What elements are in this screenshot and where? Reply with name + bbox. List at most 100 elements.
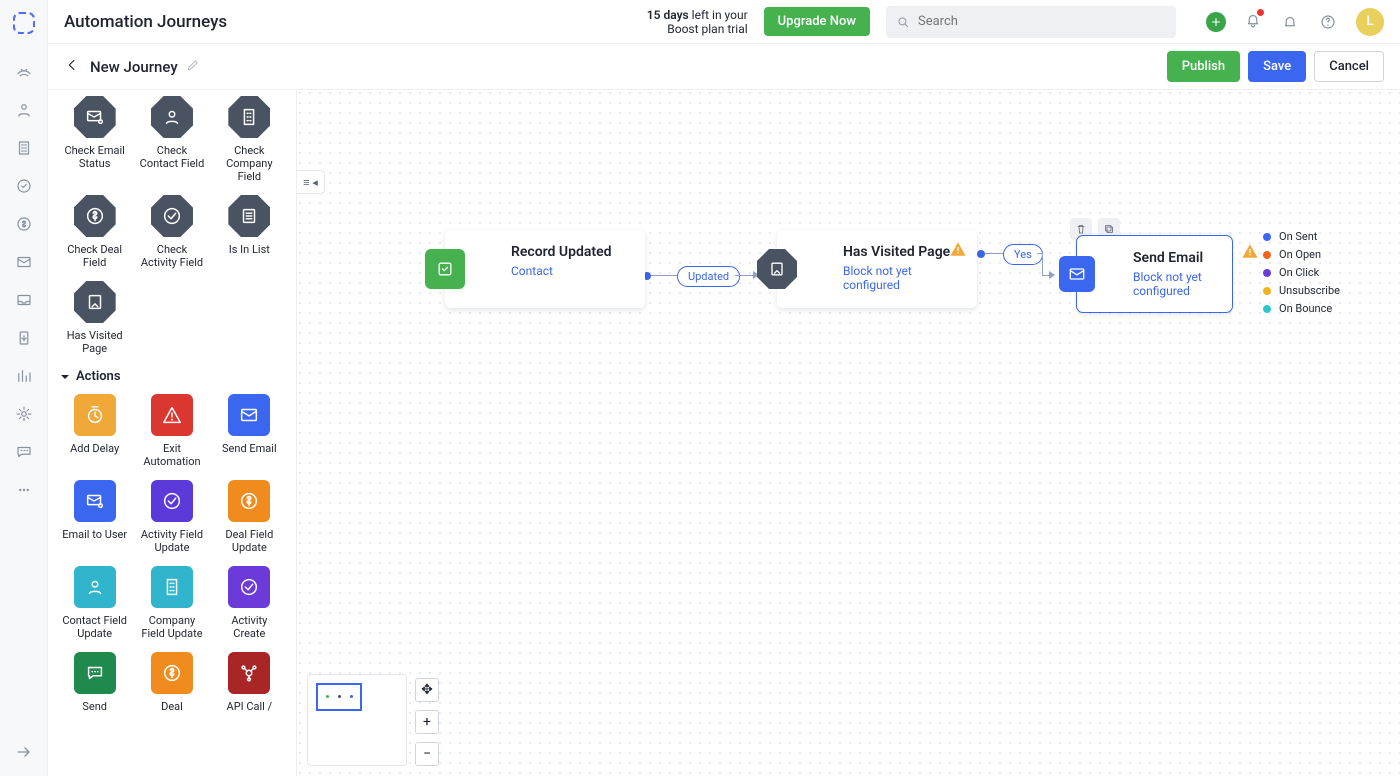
back-button[interactable] [64,57,80,77]
canvas-controls: ✥ + − [415,678,439,766]
nav-reports-icon[interactable] [14,366,34,386]
block-send-email[interactable]: Send Email Block not yet configured [1077,236,1232,312]
nav-inbox-icon[interactable] [14,290,34,310]
top-bar: Automation Journeys 15 days left in your… [48,0,1400,44]
outcome-port[interactable]: On Sent [1263,230,1340,243]
nav-more-icon[interactable] [14,480,34,500]
journey-title: New Journey [90,58,178,76]
palette-item[interactable]: Activity Field Update [135,480,208,554]
nav-expand-icon[interactable] [14,742,34,762]
dollar-icon [228,480,270,522]
palette-item[interactable]: Contact Field Update [58,566,131,640]
palette-item[interactable]: Check Activity Field [135,195,208,269]
search-icon [896,15,910,29]
block-subtitle: Block not yet configured [1133,270,1216,298]
connector-line [1042,253,1043,275]
help-button[interactable] [1318,12,1338,32]
announcements-button[interactable] [1280,12,1300,32]
outcome-port[interactable]: On Bounce [1263,302,1340,315]
actions-group-title[interactable]: Actions [60,369,284,384]
person-card-icon [151,96,193,138]
minimap[interactable] [307,674,407,766]
palette-item[interactable]: Check Contact Field [135,96,208,183]
check-circle-icon [151,480,193,522]
palette-item[interactable]: Has Visited Page [58,281,131,355]
palette-item-label: Check Company Field [215,144,283,183]
warn-triangle-icon [151,394,193,436]
edge-label-updated[interactable]: Updated [677,266,740,287]
palette-item[interactable]: Is In List [213,195,286,269]
nav-deals-icon[interactable] [14,214,34,234]
nav-mail-icon[interactable] [14,252,34,272]
block-badge-check-icon [425,249,465,289]
search-input[interactable] [918,14,1166,29]
palette-item[interactable]: Send [58,652,131,713]
outcome-label: On Sent [1279,230,1317,243]
block-badge-page-icon [757,249,797,289]
palette-item[interactable]: Check Email Status [58,96,131,183]
search-input-wrap[interactable] [886,6,1176,38]
warning-icon [1241,242,1259,264]
nav-contacts-icon[interactable] [14,100,34,120]
notification-dot [1257,9,1264,16]
api-icon [228,652,270,694]
minimap-dot [350,695,353,698]
check-circle-icon [228,566,270,608]
palette-item-label: Deal Field Update [215,528,283,554]
cancel-button[interactable]: Cancel [1314,51,1384,82]
connector-dot[interactable] [977,250,985,258]
nav-import-icon[interactable] [14,328,34,348]
block-has-visited-page[interactable]: Has Visited Page Block not yet configure… [777,230,977,308]
edit-title-button[interactable] [186,57,200,76]
nav-chat-icon[interactable] [14,442,34,462]
minimap-dot [326,695,329,698]
warning-icon [949,240,967,262]
palette-item[interactable]: Deal Field Update [213,480,286,554]
user-avatar[interactable]: L [1356,8,1384,36]
palette-item-label: Check Email Status [61,144,129,170]
palette-item[interactable]: Add Delay [58,394,131,468]
collapse-palette-button[interactable]: ≡ ◂ [297,170,325,194]
outcome-port[interactable]: Unsubscribe [1263,284,1340,297]
block-record-updated[interactable]: Record Updated Contact [445,230,645,308]
outcome-dot-icon [1263,305,1271,313]
mail-user-icon [74,480,116,522]
palette-item[interactable]: Send Email [213,394,286,468]
zoom-out-button[interactable]: − [415,742,439,766]
nav-tasks-icon[interactable] [14,176,34,196]
building-icon [228,96,270,138]
outcome-port[interactable]: On Click [1263,266,1340,279]
pan-button[interactable]: ✥ [415,678,439,702]
block-subtitle: Contact [511,264,629,278]
palette-item[interactable]: Exit Automation [135,394,208,468]
connector-line [735,275,753,276]
nav-companies-icon[interactable] [14,138,34,158]
save-button[interactable]: Save [1248,51,1306,82]
quick-add-button[interactable] [1206,12,1226,32]
connector-line [985,253,1003,254]
nav-automation-icon[interactable] [14,404,34,424]
palette-item[interactable]: Email to User [58,480,131,554]
palette-item[interactable]: API Call / [213,652,286,713]
outcome-port[interactable]: On Open [1263,248,1340,261]
block-outcomes: On Sent On Open On Click Unsubscribe On Boun… [1263,230,1340,315]
palette-item[interactable]: Check Company Field [213,96,286,183]
person-icon [74,566,116,608]
block-title: Record Updated [511,244,629,260]
zoom-in-button[interactable]: + [415,710,439,734]
nav-dashboard-icon[interactable] [14,62,34,82]
upgrade-button[interactable]: Upgrade Now [764,7,870,36]
palette-item-label: Activity Field Update [138,528,206,554]
left-nav-rail [0,0,48,776]
publish-button[interactable]: Publish [1167,51,1240,82]
palette-item[interactable]: Company Field Update [135,566,208,640]
notifications-button[interactable] [1244,11,1262,33]
edge-label-yes[interactable]: Yes [1003,244,1043,265]
palette-item[interactable]: Activity Create [213,566,286,640]
palette-item[interactable]: Check Deal Field [58,195,131,269]
palette-item-label: Deal [161,700,183,713]
app-logo[interactable] [13,12,35,34]
palette-item[interactable]: Deal [135,652,208,713]
journey-canvas[interactable]: ≡ ◂ Updated Yes [297,90,1400,776]
outcome-dot-icon [1263,251,1271,259]
